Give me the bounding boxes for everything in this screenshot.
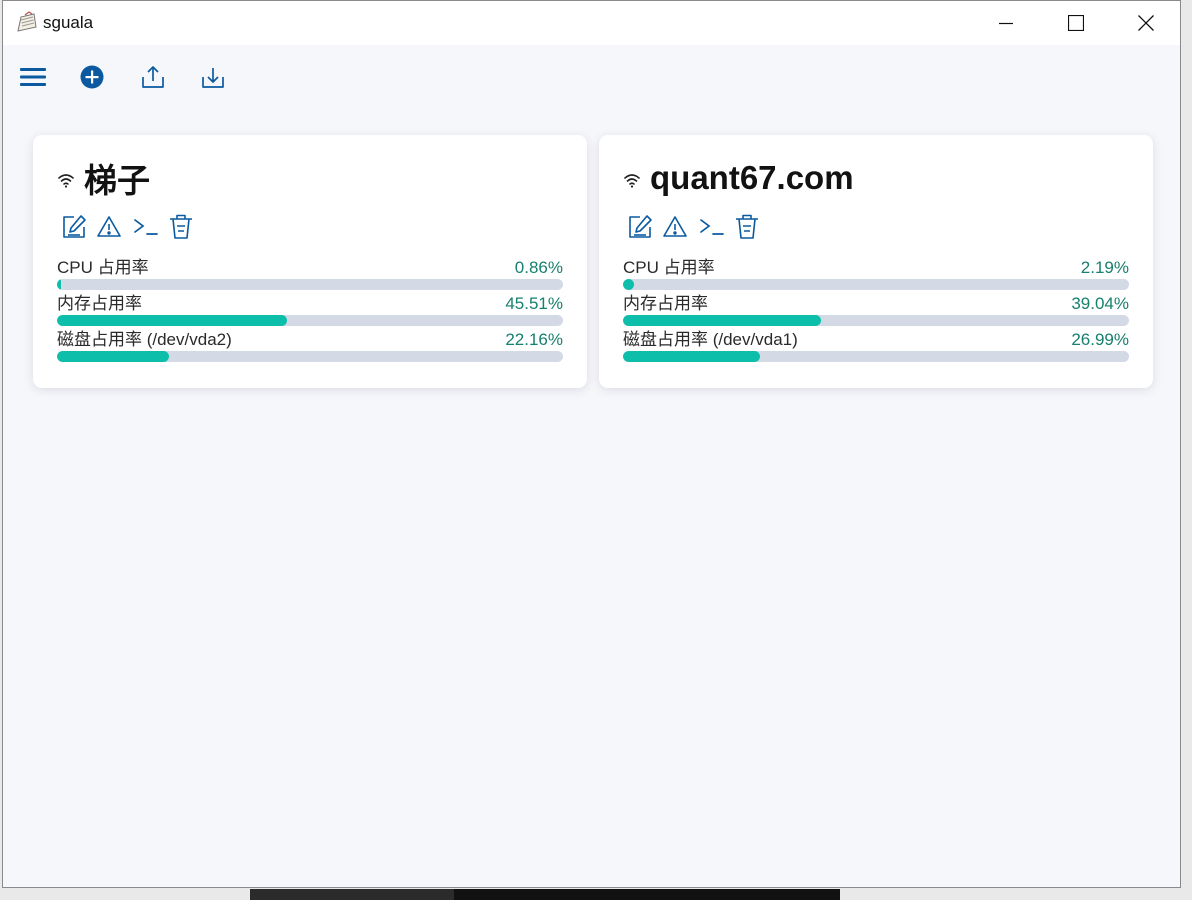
metric-label: CPU 占用率 — [623, 258, 715, 277]
toolbar — [3, 55, 1180, 99]
import-button[interactable] — [191, 55, 235, 99]
terminal-icon — [134, 219, 158, 235]
metric-label: 磁盘占用率 (/dev/vda1) — [623, 330, 798, 349]
terminal-button[interactable] — [699, 212, 735, 242]
cpu-metric: CPU 占用率 0.86% — [57, 256, 563, 290]
title-bar[interactable]: sguala — [3, 1, 1180, 45]
cpu-metric: CPU 占用率 2.19% — [623, 256, 1129, 290]
server-title: quant67.com — [623, 155, 854, 201]
close-button[interactable] — [1117, 1, 1175, 45]
window-title: sguala — [43, 13, 94, 32]
metric-value: 39.04% — [1071, 294, 1129, 313]
desktop-background-strip — [454, 889, 840, 900]
metric-label: 内存占用率 — [57, 294, 142, 313]
progress-bar — [623, 351, 1129, 362]
disk-metric: 磁盘占用率 (/dev/vda1) 26.99% — [623, 328, 1129, 362]
wifi-icon — [624, 174, 640, 188]
metric-value: 22.16% — [505, 330, 563, 349]
edit-icon — [63, 215, 86, 238]
edit-icon — [629, 215, 652, 238]
minimize-button[interactable] — [977, 1, 1035, 45]
server-name: quant67.com — [650, 159, 854, 196]
warning-icon — [663, 216, 687, 237]
alert-button[interactable] — [663, 212, 699, 242]
server-card: 梯子 CPU 占用率 0.86% 内存占用率 45.51% 磁盘占用率 (/de… — [33, 135, 587, 388]
add-server-button[interactable] — [70, 55, 114, 99]
add-circle-icon — [80, 65, 104, 89]
alert-button[interactable] — [97, 212, 133, 242]
metric-value: 45.51% — [505, 294, 563, 313]
app-window: sguala 梯子 CPU 占用率 0.86% 内存占用率 45.51% 磁盘占… — [2, 0, 1181, 888]
metric-value: 0.86% — [514, 258, 563, 277]
delete-button[interactable] — [735, 212, 771, 242]
metric-label: CPU 占用率 — [57, 258, 149, 277]
terminal-button[interactable] — [133, 212, 169, 242]
minimize-icon — [999, 22, 1013, 25]
metric-value: 26.99% — [1071, 330, 1129, 349]
terminal-icon — [700, 219, 724, 235]
metric-label: 内存占用率 — [623, 294, 708, 313]
download-icon — [202, 68, 224, 88]
close-icon — [1138, 15, 1154, 31]
app-logo-icon — [17, 11, 37, 32]
server-title: 梯子 — [57, 155, 150, 201]
maximize-icon — [1068, 15, 1084, 31]
trash-icon — [736, 214, 758, 239]
metric-value: 2.19% — [1080, 258, 1129, 277]
server-actions — [627, 212, 771, 242]
server-name: 梯子 — [84, 162, 150, 199]
metric-label: 磁盘占用率 (/dev/vda2) — [57, 330, 232, 349]
progress-fill — [57, 351, 170, 362]
progress-bar — [57, 351, 563, 362]
edit-button[interactable] — [61, 212, 97, 242]
menu-icon — [20, 68, 46, 86]
upload-icon — [142, 66, 164, 88]
wifi-icon — [58, 174, 74, 188]
server-card: quant67.com CPU 占用率 2.19% 内存占用率 39.04% 磁… — [599, 135, 1153, 388]
maximize-button[interactable] — [1047, 1, 1105, 45]
memory-metric: 内存占用率 45.51% — [57, 292, 563, 326]
progress-fill — [623, 351, 760, 362]
server-actions — [61, 212, 205, 242]
menu-button[interactable] — [11, 55, 55, 99]
delete-button[interactable] — [169, 212, 205, 242]
disk-metric: 磁盘占用率 (/dev/vda2) 22.16% — [57, 328, 563, 362]
warning-icon — [97, 216, 121, 237]
edit-button[interactable] — [627, 212, 663, 242]
trash-icon — [170, 214, 192, 239]
memory-metric: 内存占用率 39.04% — [623, 292, 1129, 326]
export-button[interactable] — [131, 55, 175, 99]
